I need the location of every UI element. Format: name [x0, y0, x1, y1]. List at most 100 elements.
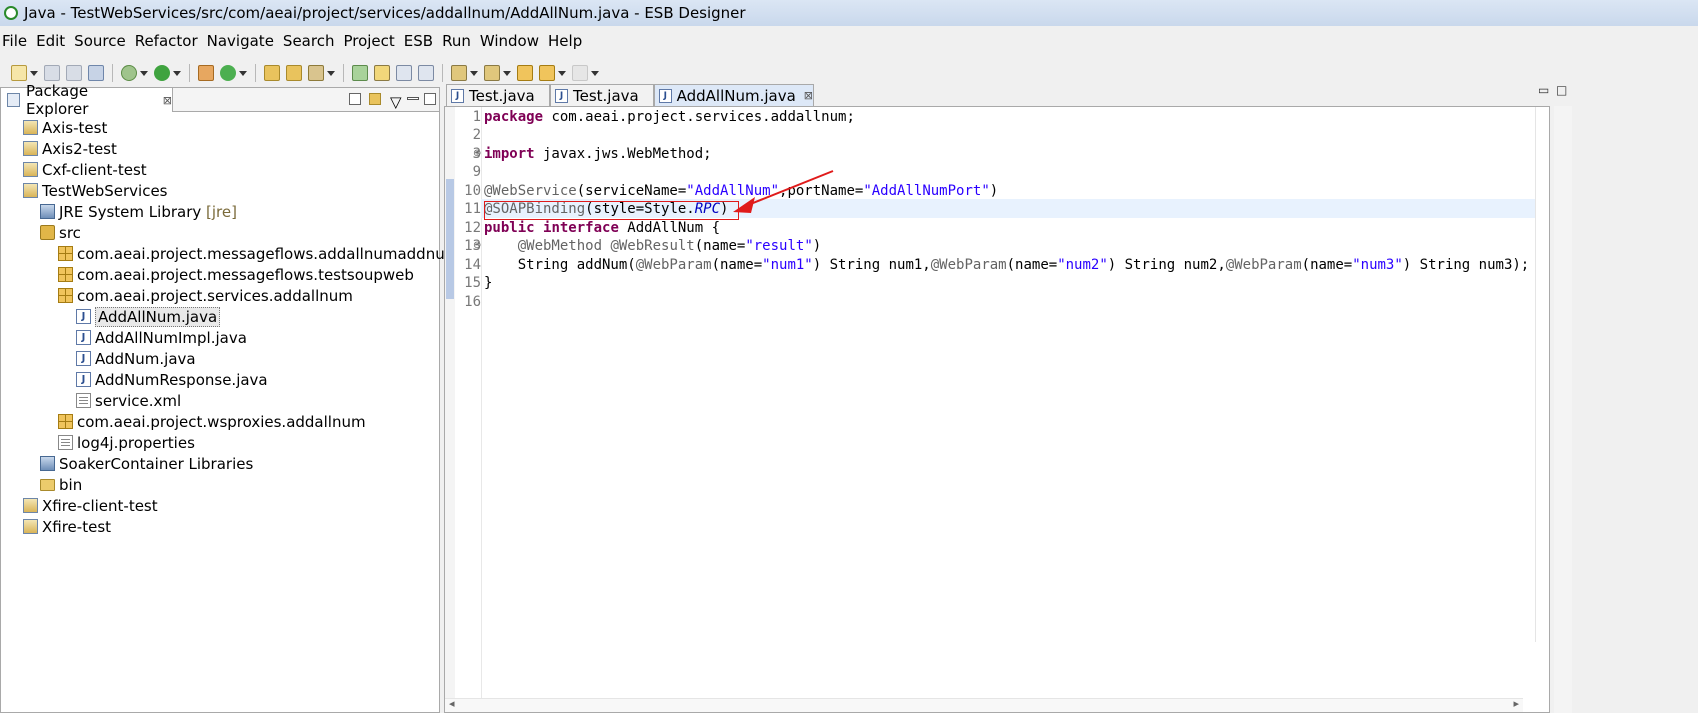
search-tool-icon[interactable] — [308, 65, 324, 81]
link-with-editor-icon[interactable] — [369, 93, 381, 105]
tree-item-axis2-test[interactable]: Axis2-test — [23, 138, 117, 159]
window-title: Java - TestWebServices/src/com/aeai/proj… — [24, 4, 746, 22]
menu-refactor[interactable]: Refactor — [133, 32, 205, 50]
close-icon[interactable]: ⊠ — [804, 89, 813, 102]
code-editor[interactable]: 1 2 3 9 10 11 12 13 14 15 16 ⊕ ⊖ package… — [444, 106, 1550, 713]
folder-icon — [40, 478, 55, 491]
maximize-icon[interactable] — [424, 93, 436, 105]
collapse-all-icon[interactable] — [349, 93, 361, 105]
tab-label: AddAllNum.java — [676, 86, 796, 105]
refresh-dropdown-icon[interactable] — [239, 65, 247, 81]
tree-item-package[interactable]: com.aeai.project.messageflows.testsoupwe… — [58, 264, 414, 285]
print-icon[interactable] — [88, 65, 104, 81]
save-icon[interactable] — [44, 65, 60, 81]
debug-dropdown-icon[interactable] — [140, 65, 148, 81]
line-number: 11 — [464, 201, 481, 217]
new-package-icon[interactable] — [264, 65, 280, 81]
external-tools-icon[interactable] — [198, 65, 214, 81]
menu-navigate[interactable]: Navigate — [205, 32, 281, 50]
save-all-icon[interactable] — [66, 65, 82, 81]
highlight-annotation-box — [484, 201, 739, 220]
package-icon — [58, 267, 73, 282]
code-line[interactable]: import javax.jws.WebMethod; — [484, 146, 712, 162]
next-annotation-icon[interactable] — [451, 65, 467, 81]
tree-item-src[interactable]: src — [40, 222, 81, 243]
menu-source[interactable]: Source — [72, 32, 133, 50]
menu-help[interactable]: Help — [546, 32, 589, 50]
refresh-icon[interactable] — [220, 65, 236, 81]
show-whitespace-icon[interactable] — [418, 65, 434, 81]
tree-item-soaker-libraries[interactable]: SoakerContainer Libraries — [40, 453, 253, 474]
tree-item-label: AddAllNumImpl.java — [95, 328, 247, 347]
new-icon[interactable] — [11, 65, 27, 81]
prev-annotation-dropdown-icon[interactable] — [503, 65, 511, 81]
open-type-icon[interactable] — [286, 65, 302, 81]
tree-item-java-file[interactable]: J AddNumResponse.java — [76, 369, 268, 390]
tab-test-java-2[interactable]: J Test.java — [550, 84, 654, 106]
tree-item-jre-library[interactable]: JRE System Library [jre] — [40, 201, 237, 222]
menu-project[interactable]: Project — [341, 32, 401, 50]
run-dropdown-icon[interactable] — [173, 65, 181, 81]
tree-item-testwebservices[interactable]: TestWebServices — [23, 180, 168, 201]
next-annotation-dropdown-icon[interactable] — [470, 65, 478, 81]
code-line[interactable]: package com.aeai.project.services.addall… — [484, 109, 855, 125]
tree-item-java-file[interactable]: J AddAllNumImpl.java — [76, 327, 247, 348]
search-dropdown-icon[interactable] — [327, 65, 335, 81]
tab-addallnum-java[interactable]: J AddAllNum.java ⊠ — [654, 84, 814, 106]
menu-file[interactable]: File — [0, 32, 34, 50]
new-dropdown-icon[interactable] — [30, 65, 38, 81]
debug-icon[interactable] — [121, 65, 137, 81]
tree-item-xfire-test[interactable]: Xfire-test — [23, 516, 111, 537]
back-icon[interactable] — [539, 65, 555, 81]
horizontal-scrollbar[interactable]: ◂ ▸ — [445, 697, 1523, 712]
tab-package-explorer[interactable]: Package Explorer ⊠ — [1, 82, 173, 118]
highlight-icon[interactable] — [374, 65, 390, 81]
collapse-fold-icon[interactable]: ⊖ — [473, 240, 481, 251]
menu-esb[interactable]: ESB — [402, 32, 440, 50]
editor-maximize-icon[interactable]: □ — [1556, 83, 1567, 97]
toolbar-separator — [343, 64, 344, 82]
tab-test-java-1[interactable]: J Test.java — [446, 84, 550, 106]
tree-item-bin[interactable]: bin — [40, 474, 82, 495]
forward-dropdown-icon[interactable] — [591, 65, 599, 81]
tree-item-java-file[interactable]: J AddNum.java — [76, 348, 196, 369]
xml-file-icon — [76, 393, 91, 408]
tree-item-label: com.aeai.project.messageflows.addallnuma… — [77, 244, 460, 263]
tab-label: Test.java — [469, 86, 535, 105]
menu-search[interactable]: Search — [281, 32, 342, 50]
scroll-left-icon[interactable]: ◂ — [449, 697, 455, 710]
menu-edit[interactable]: Edit — [34, 32, 72, 50]
toggle-mark-icon[interactable] — [352, 65, 368, 81]
prev-annotation-icon[interactable] — [484, 65, 500, 81]
menu-bar: File Edit Source Refactor Navigate Searc… — [0, 29, 589, 53]
tree-item-label: AddAllNum.java — [95, 306, 221, 327]
tree-item-package[interactable]: com.aeai.project.services.addallnum — [58, 285, 353, 306]
tree-item-xml-file[interactable]: service.xml — [76, 390, 181, 411]
tree-item-addallnum-java[interactable]: J AddAllNum.java — [76, 306, 221, 327]
line-number: 1 — [472, 109, 481, 125]
menu-run[interactable]: Run — [440, 32, 478, 50]
tree-item-cxf-client-test[interactable]: Cxf-client-test — [23, 159, 147, 180]
code-line[interactable]: public interface AddAllNum { — [484, 220, 720, 236]
tree-item-package[interactable]: com.aeai.project.messageflows.addallnuma… — [58, 243, 459, 264]
forward-icon[interactable] — [572, 65, 588, 81]
last-edit-icon[interactable] — [517, 65, 533, 81]
code-line[interactable]: @WebMethod @WebResult(name="result") — [484, 238, 821, 254]
code-line[interactable]: } — [484, 275, 492, 291]
editor-minimize-icon[interactable]: ▭ — [1538, 83, 1549, 97]
scroll-right-icon[interactable]: ▸ — [1513, 697, 1519, 710]
tree-item-xfire-client-test[interactable]: Xfire-client-test — [23, 495, 158, 516]
vertical-scrollbar[interactable] — [1535, 107, 1549, 642]
expand-fold-icon[interactable]: ⊕ — [473, 148, 481, 159]
back-dropdown-icon[interactable] — [558, 65, 566, 81]
tree-item-package[interactable]: com.aeai.project.wsproxies.addallnum — [58, 411, 366, 432]
view-menu-icon[interactable]: ▽ — [390, 93, 402, 111]
block-select-icon[interactable] — [396, 65, 412, 81]
run-icon[interactable] — [154, 65, 170, 81]
menu-window[interactable]: Window — [478, 32, 546, 50]
code-line[interactable]: String addNum(@WebParam(name="num1") Str… — [484, 257, 1530, 273]
tree-item-axis-test[interactable]: Axis-test — [23, 117, 107, 138]
tree-item-properties-file[interactable]: log4j.properties — [58, 432, 195, 453]
minimize-icon[interactable] — [407, 97, 419, 100]
close-icon[interactable]: ⊠ — [163, 94, 172, 107]
